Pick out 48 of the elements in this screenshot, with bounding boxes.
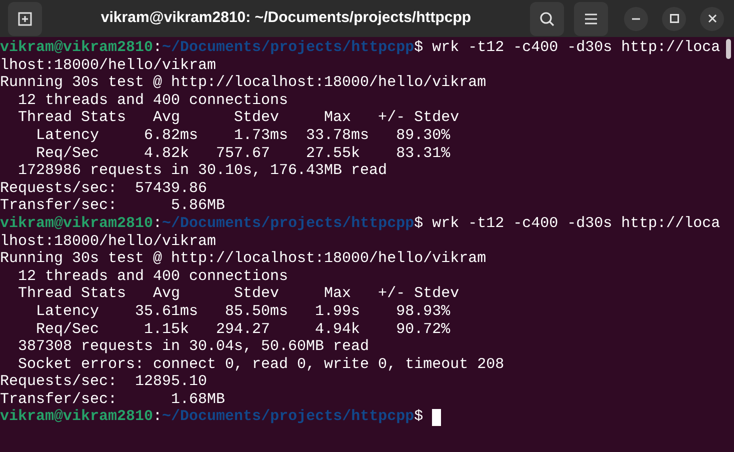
output-line: 1728986 requests in 30.10s, 176.43MB read bbox=[17, 162, 388, 180]
new-tab-icon bbox=[17, 10, 33, 26]
prompt-user-host: vikram@vikram2810 bbox=[0, 408, 154, 426]
new-tab-button[interactable] bbox=[8, 2, 42, 36]
output-line: Transfer/sec: 5.86MB bbox=[0, 197, 226, 215]
maximize-button[interactable] bbox=[662, 6, 686, 30]
prompt-path: ~/Documents/projects/httpcpp bbox=[162, 39, 414, 57]
menu-button[interactable] bbox=[574, 2, 608, 36]
output-line: 12 threads and 400 connections bbox=[17, 92, 288, 110]
prompt-user-host: vikram@vikram2810 bbox=[0, 39, 154, 57]
menu-icon bbox=[584, 12, 598, 24]
prompt-user-host: vikram@vikram2810 bbox=[0, 214, 154, 233]
output-line: Latency 35.61ms 85.50ms 1.99s 98.93% bbox=[35, 302, 450, 320]
output-line: Req/Sec 1.15k 294.27 4.94k 90.72% bbox=[35, 320, 450, 338]
maximize-icon bbox=[670, 14, 678, 23]
close-button[interactable] bbox=[700, 6, 724, 30]
prompt-symbol: $ bbox=[414, 408, 424, 426]
output-line: Socket errors: connect 0, read 0, write 0, timeout 208 bbox=[17, 356, 504, 374]
prompt-path: ~/Documents/projects/httpcpp bbox=[162, 214, 414, 233]
output-line: Thread Stats Avg Stdev Max +/- Stdev bbox=[17, 285, 460, 303]
prompt-symbol: $ bbox=[414, 214, 424, 233]
window-title: vikram@vikram2810: ~/Documents/projects/httpcpp bbox=[100, 8, 472, 28]
output-line: 12 threads and 400 connections bbox=[17, 268, 288, 286]
minimize-button[interactable] bbox=[624, 6, 648, 30]
output-line: Transfer/sec: 1.68MB bbox=[0, 390, 226, 408]
output-line: Running 30s test @ http://localhost:18000/hello/vikram bbox=[0, 74, 486, 92]
output-line: lhost:18000/hello/vikram bbox=[0, 56, 216, 74]
text-cursor bbox=[432, 408, 442, 426]
command-text: wrk -t12 -c400 -d30s http://loca bbox=[432, 214, 720, 233]
output-line: Req/Sec 4.82k 757.67 27.55k 83.31% bbox=[35, 144, 450, 162]
search-icon bbox=[539, 10, 555, 26]
output-line: Latency 6.82ms 1.73ms 33.78ms 89.30% bbox=[35, 126, 450, 145]
output-line: lhost:18000/hello/vikram bbox=[0, 232, 216, 250]
scrollbar-thumb[interactable] bbox=[726, 39, 731, 59]
output-line: Thread Stats Avg Stdev Max +/- Stdev bbox=[17, 109, 460, 127]
output-line: Requests/sec: 12895.10 bbox=[0, 373, 208, 391]
output-line: Requests/sec: 57439.86 bbox=[0, 180, 208, 198]
output-line: Running 30s test @ http://localhost:18000/hello/vikram bbox=[0, 250, 486, 268]
close-icon bbox=[708, 14, 716, 23]
minimize-icon bbox=[632, 18, 640, 20]
prompt-colon: : bbox=[153, 214, 162, 233]
command-text: wrk -t12 -c400 -d30s http://loca bbox=[432, 39, 720, 57]
prompt-path: ~/Documents/projects/httpcpp bbox=[162, 408, 414, 426]
search-button[interactable] bbox=[530, 2, 564, 36]
prompt-symbol: $ bbox=[414, 39, 424, 57]
prompt-colon: : bbox=[153, 408, 162, 426]
output-line: 387308 requests in 30.04s, 50.60MB read bbox=[17, 338, 370, 356]
prompt-colon: : bbox=[153, 39, 162, 57]
